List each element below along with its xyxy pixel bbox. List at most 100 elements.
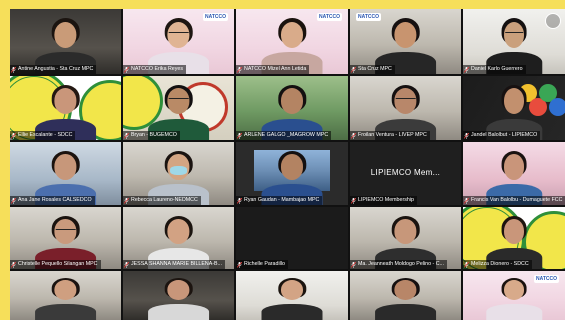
participant-name-tag: LIPIEMCO Membership xyxy=(350,196,417,205)
participant-tile[interactable]: Ana Jane Rosales CALSEDCO xyxy=(10,142,121,205)
participant-name: JESSA SHANNA MARIE BILLENA-B... xyxy=(131,261,222,267)
muted-mic-icon xyxy=(124,261,129,268)
face xyxy=(394,218,417,245)
torso xyxy=(147,303,210,320)
participant-tile[interactable]: NATCCO NATCCO Erika Reyes xyxy=(123,9,234,74)
participant-tile[interactable]: Jandel Balolbut - LIPIEMCO xyxy=(463,76,565,140)
participant-name-tag: Francis Van Balolbu - Dumaguete FCC xyxy=(463,196,565,205)
participant-name: Christelle Pequello Silangan MPC xyxy=(18,261,98,267)
participant-tile[interactable]: NATCCO xyxy=(463,271,565,320)
face xyxy=(503,280,525,301)
participant-video xyxy=(32,277,99,320)
participant-name-tag: Christelle Pequello Silangan MPC xyxy=(10,260,101,269)
face xyxy=(280,154,304,180)
participant-name-tag: Ma. Jeanneath Moldogo Pelino - C... xyxy=(350,260,447,269)
participant-tile[interactable]: LIPIEMCO Mem... LIPIEMCO Membership xyxy=(350,142,461,205)
participant-tile[interactable]: Melizza Dionero - SDCC xyxy=(463,207,565,269)
torso xyxy=(34,303,97,320)
muted-mic-icon xyxy=(464,197,469,204)
face xyxy=(167,280,190,301)
participant-video xyxy=(372,277,439,320)
participant-tile[interactable]: Richelle Paradillo xyxy=(236,207,348,269)
decorative-circle xyxy=(549,98,565,116)
face xyxy=(54,88,77,115)
participant-name: Ellie Escalante - SDCC xyxy=(18,132,73,138)
face xyxy=(280,21,304,48)
participant-name-tag: Sta Cruz MPC xyxy=(350,65,395,74)
participant-tile[interactable]: Ma. Jeanneath Moldogo Pelino - C... xyxy=(350,207,461,269)
participant-video xyxy=(483,277,544,320)
participant-tile[interactable]: NATCCO NATCCO Mizel Ann Letida xyxy=(236,9,348,74)
participant-tile[interactable]: Ellie Escalante - SDCC xyxy=(10,76,121,140)
muted-mic-icon xyxy=(464,132,469,139)
participant-name: Sta Cruz MPC xyxy=(358,66,392,72)
participant-name: Antine Angustia - Sta Cruz MPC xyxy=(18,66,94,72)
face xyxy=(394,280,417,301)
muted-mic-icon xyxy=(11,261,16,268)
participant-tile[interactable]: Rebecca Laureno-NEDMCC xyxy=(123,142,234,205)
muted-mic-icon xyxy=(351,197,356,204)
view-options-icon[interactable] xyxy=(545,13,561,29)
face xyxy=(394,21,417,48)
participant-name-tag: NATCCO Erika Reyes xyxy=(123,65,186,74)
participant-name-tag: ARLENE GALGO _MAGROW MPC xyxy=(236,131,332,140)
participant-name: Francis Van Balolbu - Dumaguete FCC xyxy=(471,197,563,203)
participant-tile[interactable]: Ryan Gaudan - Mambajao MPC xyxy=(236,142,348,205)
participant-name-tag: Bryan - BUGEMCO xyxy=(123,131,180,140)
participant-tile[interactable]: Francis Van Balolbu - Dumaguete FCC xyxy=(463,142,565,205)
muted-mic-icon xyxy=(11,66,16,73)
participant-video xyxy=(145,277,212,320)
participant-name-tag: Rebecca Laureno-NEDMCC xyxy=(123,196,201,205)
torso xyxy=(485,303,543,320)
muted-mic-icon xyxy=(237,261,242,268)
muted-mic-icon xyxy=(351,261,356,268)
participant-name: Melizza Dionero - SDCC xyxy=(471,261,529,267)
participant-tile[interactable] xyxy=(123,271,234,320)
participant-name-tag: JESSA SHANNA MARIE BILLENA-B... xyxy=(123,260,225,269)
participant-name: NATCCO Erika Reyes xyxy=(131,66,183,72)
participant-tile[interactable]: Christelle Pequello Silangan MPC xyxy=(10,207,121,269)
participant-tile[interactable]: Daniel Karlo Guerrero xyxy=(463,9,565,74)
face xyxy=(54,280,77,301)
torso xyxy=(261,303,323,320)
face-mask xyxy=(169,166,188,176)
glasses xyxy=(168,98,189,102)
participant-name-tag: Ellie Escalante - SDCC xyxy=(10,131,76,140)
glasses xyxy=(168,31,189,36)
participant-name: NATCCO Mizel Ann Letida xyxy=(244,66,307,72)
participant-tile[interactable] xyxy=(10,271,121,320)
participant-tile[interactable]: ARLENE GALGO _MAGROW MPC xyxy=(236,76,348,140)
participant-tile[interactable] xyxy=(236,271,348,320)
participant-tile[interactable]: Bryan - BUGEMCO xyxy=(123,76,234,140)
participant-name: Ma. Jeanneath Moldogo Pelino - C... xyxy=(358,261,444,267)
participant-tile[interactable]: JESSA SHANNA MARIE BILLENA-B... xyxy=(123,207,234,269)
participant-name-display: LIPIEMCO Mem... xyxy=(370,168,441,178)
muted-mic-icon xyxy=(124,197,129,204)
participant-tile[interactable]: NATCCO Sta Cruz MPC xyxy=(350,9,461,74)
muted-mic-icon xyxy=(464,261,469,268)
face xyxy=(167,218,190,245)
participant-name-tag: Richelle Paradillo xyxy=(236,260,288,269)
participant-tile[interactable]: Froilan Ventura - LIVEP MPC xyxy=(350,76,461,140)
participant-tile[interactable]: Antine Angustia - Sta Cruz MPC xyxy=(10,9,121,74)
face xyxy=(503,88,525,115)
participant-name: Jandel Balolbut - LIPIEMCO xyxy=(471,132,538,138)
participant-name: Ryan Gaudan - Mambajao MPC xyxy=(244,197,320,203)
participant-name: Rebecca Laureno-NEDMCC xyxy=(131,197,198,203)
muted-mic-icon xyxy=(237,66,242,73)
muted-mic-icon xyxy=(351,66,356,73)
participant-video xyxy=(258,277,325,320)
face xyxy=(280,88,304,115)
muted-mic-icon xyxy=(124,66,129,73)
muted-mic-icon xyxy=(237,132,242,139)
face xyxy=(54,21,77,48)
participant-name-tag: Ryan Gaudan - Mambajao MPC xyxy=(236,196,323,205)
muted-mic-icon xyxy=(351,132,356,139)
participant-tile[interactable] xyxy=(350,271,461,320)
participant-name-tag: Melizza Dionero - SDCC xyxy=(463,260,532,269)
face xyxy=(280,280,304,301)
muted-mic-icon xyxy=(11,132,16,139)
glasses xyxy=(395,98,416,102)
participant-name: LIPIEMCO Membership xyxy=(358,197,414,203)
glasses xyxy=(55,228,76,233)
